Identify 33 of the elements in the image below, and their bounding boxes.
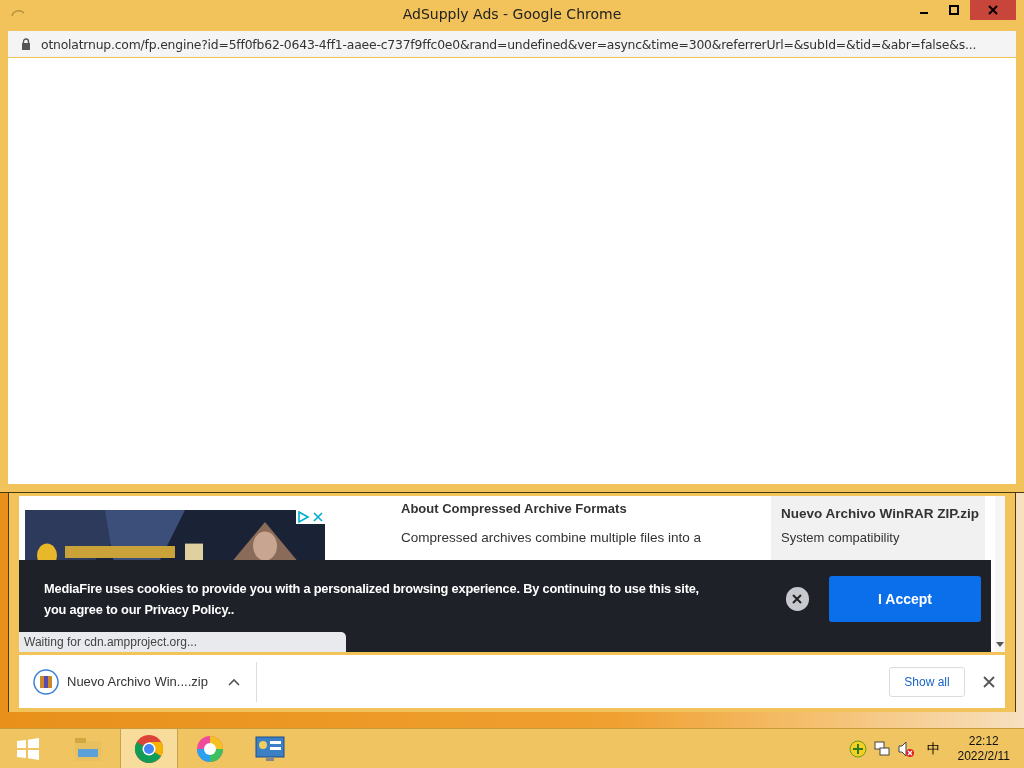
scroll-down-icon[interactable] [996,642,1004,648]
accept-button[interactable]: I Accept [829,576,981,622]
clock-date[interactable]: 2022/2/11 [957,748,1010,764]
close-icon [792,594,803,604]
download-file-name[interactable]: Nuevo Archivo Win....zip [67,674,208,689]
address-bar[interactable]: otnolatrnup.com/fp.engine?id=5ff0fb62-0643-4ff1-aaee-c737f9ffc0e0&rand=undefined&ver=async&time=300&referrerUrl=&subId=&tid=&abr=false&s... [8,31,1016,57]
article-heading: About Compressed Archive Formats [401,501,628,516]
maximize-icon [949,5,959,15]
control-panel-icon [254,734,286,763]
status-bubble: Waiting for cdn.ampproject.org... [19,632,346,652]
minimize-icon [920,12,928,14]
url-text: otnolatrnup.com/fp.engine?id=5ff0fb62-0643-4ff1-aaee-c737f9ffc0e0&rand=undefined&ver=async&time=300&referrerUrl=&subId=&tid=&abr=false&s... [41,36,977,52]
archive-icon [33,668,59,695]
network-icon[interactable] [872,739,891,758]
input-method-indicator[interactable]: 中 [926,739,940,758]
clock-time[interactable]: 22:12 [968,733,999,749]
section-label: System compatibility [781,530,901,545]
windows-icon [16,736,40,761]
close-icon [988,5,998,15]
color-wheel-icon [195,733,225,764]
loading-icon [10,8,26,18]
article-paragraph: Compressed archives combine multiple files into a [401,529,703,547]
close-icon[interactable] [983,675,995,688]
taskbar-app[interactable] [120,729,178,768]
caret-icon[interactable] [227,677,240,686]
lock-icon [21,38,31,50]
window-title: AdSupply Ads - Google Chrome [402,6,622,22]
close-button[interactable] [785,587,810,611]
chrome-icon [134,733,164,764]
show-all-button[interactable]: Show all [889,666,965,697]
muted-speaker-icon[interactable] [896,739,915,758]
cookie-message: MediaFire uses cookies to provide you with a personalized browsing experience. By continuing to use this site, you agree to our Privacy Policy.. [44,580,700,619]
play-icon[interactable] [296,510,310,524]
